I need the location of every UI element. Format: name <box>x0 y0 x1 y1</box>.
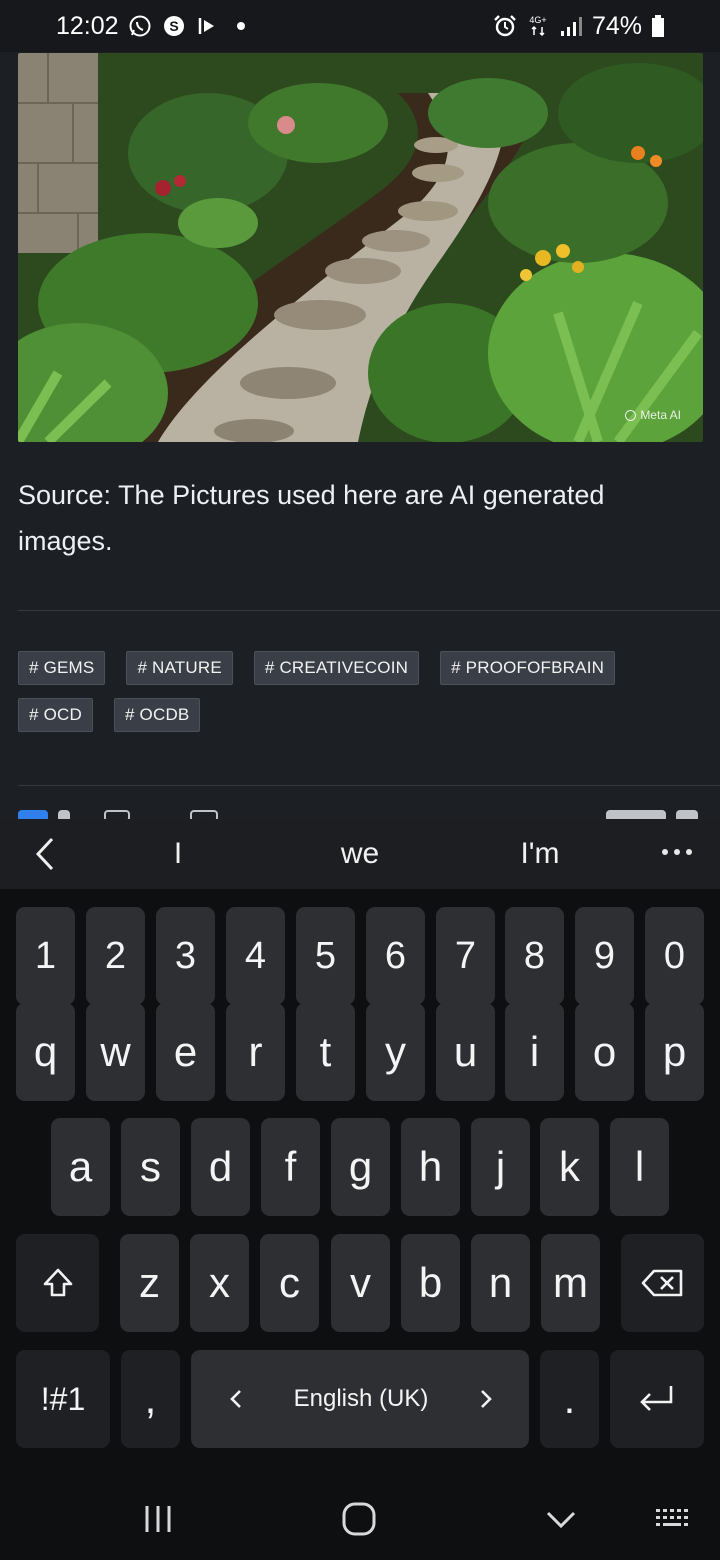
key-b[interactable]: b <box>401 1234 460 1332</box>
key-x[interactable]: x <box>190 1234 249 1332</box>
whatsapp-icon <box>127 13 153 39</box>
meta-ai-icon <box>625 409 637 421</box>
navigation-bar <box>0 1462 720 1560</box>
status-left: 12:02 S <box>56 12 245 41</box>
symbols-key[interactable]: !#1 <box>16 1350 110 1448</box>
key-d[interactable]: d <box>191 1118 250 1216</box>
language-label: English (UK) <box>293 1385 429 1412</box>
network-label: 4G+ <box>529 15 546 25</box>
tag-nature[interactable]: # NATURE <box>126 651 233 685</box>
key-9[interactable]: 9 <box>575 907 634 1005</box>
key-c[interactable]: c <box>260 1234 319 1332</box>
key-7[interactable]: 7 <box>436 907 495 1005</box>
key-l[interactable]: l <box>610 1118 669 1216</box>
key-f[interactable]: f <box>261 1118 320 1216</box>
tag-ocd[interactable]: # OCD <box>18 698 93 732</box>
keyboard-switch-icon[interactable] <box>654 1508 692 1532</box>
more-options-icon[interactable] <box>662 849 692 855</box>
tag-gems[interactable]: # GEMS <box>18 651 106 685</box>
shift-icon <box>43 1268 72 1297</box>
key-4[interactable]: 4 <box>226 907 285 1005</box>
network-4g-icon: 4G+ <box>526 13 550 39</box>
key-u[interactable]: u <box>436 1003 495 1101</box>
status-time: 12:02 <box>56 11 119 40</box>
enter-icon <box>640 1386 673 1411</box>
suggestion-2[interactable]: we <box>300 819 420 889</box>
key-w[interactable]: w <box>86 1003 145 1101</box>
tag-creativecoin[interactable]: # CREATIVECOIN <box>253 651 420 685</box>
chevron-right-icon <box>481 1390 492 1408</box>
key-a[interactable]: a <box>51 1118 110 1216</box>
key-n[interactable]: n <box>471 1234 530 1332</box>
key-g[interactable]: g <box>331 1118 390 1216</box>
signal-icon <box>558 13 584 39</box>
key-1[interactable]: 1 <box>16 907 75 1005</box>
post-actions-bar <box>0 786 720 820</box>
key-v[interactable]: v <box>331 1234 390 1332</box>
key-0[interactable]: 0 <box>645 907 704 1005</box>
key-q[interactable]: q <box>16 1003 75 1101</box>
key-z[interactable]: z <box>120 1234 179 1332</box>
keyboard: I we I'm 1 2 3 4 5 6 7 8 9 0 q w e r t y… <box>0 819 720 1560</box>
status-right: 4G+ 74% <box>492 12 666 41</box>
backspace-icon <box>641 1269 682 1297</box>
meta-ai-watermark: Meta AI <box>625 408 681 422</box>
garden-path-illustration <box>18 53 703 442</box>
key-o[interactable]: o <box>575 1003 634 1101</box>
battery-percent: 74% <box>591 11 642 40</box>
recent-apps-icon[interactable] <box>142 1504 174 1534</box>
status-bar: 12:02 S 4G+ 74% <box>0 0 720 52</box>
suggestion-3[interactable]: I'm <box>480 819 600 889</box>
skype-icon: S <box>161 13 187 39</box>
suggestion-1[interactable]: I <box>118 819 238 889</box>
key-p[interactable]: p <box>645 1003 704 1101</box>
key-6[interactable]: 6 <box>366 907 425 1005</box>
key-r[interactable]: r <box>226 1003 285 1101</box>
chevron-left-icon <box>230 1390 241 1408</box>
tag-list: # GEMS # NATURE # CREATIVECOIN # PROOFOF… <box>18 651 708 732</box>
enter-key[interactable] <box>610 1350 704 1448</box>
key-y[interactable]: y <box>366 1003 425 1101</box>
bixby-icon <box>195 13 221 39</box>
key-i[interactable]: i <box>505 1003 564 1101</box>
key-3[interactable]: 3 <box>156 907 215 1005</box>
key-m[interactable]: m <box>541 1234 600 1332</box>
key-s[interactable]: s <box>121 1118 180 1216</box>
period-key[interactable]: . <box>540 1350 599 1448</box>
tag-proofofbrain[interactable]: # PROOFOFBRAIN <box>440 651 616 685</box>
key-8[interactable]: 8 <box>505 907 564 1005</box>
key-j[interactable]: j <box>471 1118 530 1216</box>
notification-dot-icon <box>236 22 245 30</box>
chevron-down-icon[interactable] <box>545 1509 577 1531</box>
home-icon[interactable] <box>341 1501 377 1537</box>
svg-text:S: S <box>169 18 178 34</box>
shift-key[interactable] <box>16 1234 99 1332</box>
key-e[interactable]: e <box>156 1003 215 1101</box>
source-text: Source: The Pictures used here are AI ge… <box>18 480 605 556</box>
key-h[interactable]: h <box>401 1118 460 1216</box>
comma-key[interactable]: , <box>121 1350 180 1448</box>
divider <box>18 610 720 611</box>
key-k[interactable]: k <box>540 1118 599 1216</box>
post-image[interactable]: Meta AI <box>18 53 703 442</box>
spacebar[interactable]: English (UK) <box>191 1350 529 1448</box>
key-2[interactable]: 2 <box>86 907 145 1005</box>
key-5[interactable]: 5 <box>296 907 355 1005</box>
suggestion-bar: I we I'm <box>0 819 720 889</box>
tag-ocdb[interactable]: # OCDB <box>113 698 201 732</box>
meta-ai-label: Meta AI <box>640 408 681 422</box>
chevron-left-icon[interactable] <box>28 835 62 873</box>
battery-icon <box>650 13 666 39</box>
key-t[interactable]: t <box>296 1003 355 1101</box>
alarm-icon <box>492 13 518 39</box>
backspace-key[interactable] <box>621 1234 704 1332</box>
